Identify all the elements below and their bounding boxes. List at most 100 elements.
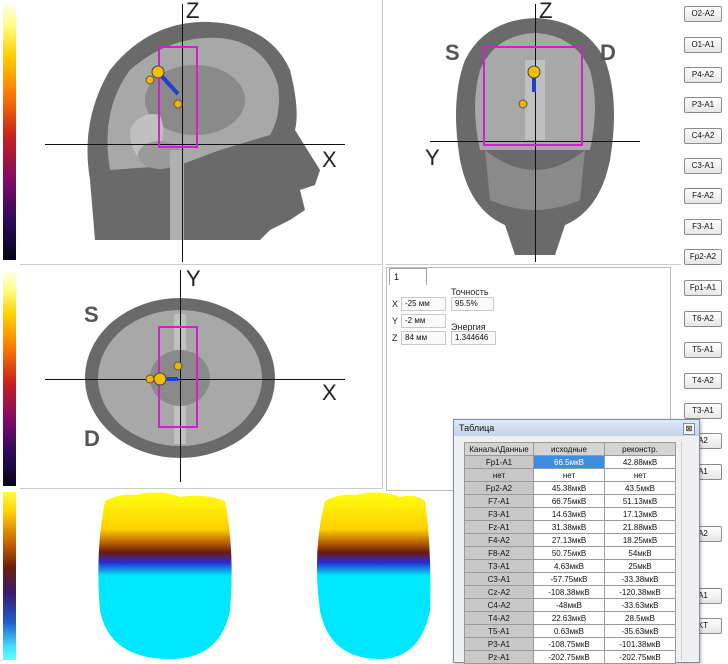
table-cell[interactable]: 45.38мкВ bbox=[533, 481, 605, 495]
table-cell[interactable]: 51.13мкВ bbox=[604, 494, 676, 508]
channel-button[interactable]: T5-A1 bbox=[684, 342, 722, 358]
channel-button[interactable]: T3-A1 bbox=[684, 403, 722, 419]
table-cell[interactable]: 27.13мкВ bbox=[533, 533, 605, 547]
table-row-header[interactable]: F7-A1 bbox=[464, 494, 534, 508]
channel-button[interactable]: P3-A1 bbox=[684, 97, 722, 113]
coronal-d-label: D bbox=[600, 40, 616, 65]
table-cell[interactable]: -202.75мкВ bbox=[604, 650, 676, 664]
table-row[interactable]: F7-A1 66.75мкВ 51.13мкВ bbox=[464, 494, 676, 508]
table-row-header[interactable]: C3-A1 bbox=[464, 572, 534, 586]
coronal-s-label: S bbox=[445, 40, 460, 65]
dipole-marker bbox=[145, 361, 183, 386]
coronal-view[interactable]: Z Y S D bbox=[385, 0, 681, 265]
table-cell[interactable]: 25мкВ bbox=[604, 559, 676, 573]
table-row[interactable]: Cz-A2 -108.38мкВ -120.38мкВ bbox=[464, 585, 676, 599]
table-row[interactable]: C3-A1 -57.75мкВ -33.38мкВ bbox=[464, 572, 676, 586]
topomap-panel bbox=[20, 491, 450, 661]
table-cell[interactable]: -48мкВ bbox=[533, 598, 605, 612]
table-cell[interactable]: 66.5мкВ bbox=[533, 455, 605, 469]
tab-1[interactable]: 1 bbox=[389, 268, 427, 285]
dipole-marker bbox=[145, 65, 183, 109]
table-row[interactable]: F8-A2 50.75мкВ 54мкВ bbox=[464, 546, 676, 560]
table-row[interactable]: Fz-A1 31.38мкВ 21.88мкВ bbox=[464, 520, 676, 534]
close-icon[interactable]: ⊠ bbox=[683, 423, 695, 435]
y-value: -2 мм bbox=[401, 314, 446, 328]
table-cell[interactable]: -101.38мкВ bbox=[604, 637, 676, 651]
channel-button[interactable]: P4-A2 bbox=[684, 67, 722, 83]
accuracy-label: Точность bbox=[451, 287, 489, 297]
table-cell[interactable]: 43.5мкВ bbox=[604, 481, 676, 495]
table-cell[interactable]: нет bbox=[604, 468, 676, 482]
table-window[interactable]: Таблица ⊠ Каналы\Данные исходные реконст… bbox=[453, 419, 700, 664]
table-cell[interactable]: -108.75мкВ bbox=[533, 637, 605, 651]
channel-button[interactable]: O2-A2 bbox=[684, 6, 722, 22]
table-cell[interactable]: 28.5мкВ bbox=[604, 611, 676, 625]
table-row[interactable]: C4-A2 -48мкВ -33.63мкВ bbox=[464, 598, 676, 612]
table-cell[interactable]: 22.63мкВ bbox=[533, 611, 605, 625]
table-cell[interactable]: 0.63мкВ bbox=[533, 624, 605, 638]
table-cell[interactable]: 50.75мкВ bbox=[533, 546, 605, 560]
table-row[interactable]: F3-A1 14.63мкВ 17.13мкВ bbox=[464, 507, 676, 521]
channel-button[interactable]: F3-A1 bbox=[684, 219, 722, 235]
x-label: X bbox=[392, 299, 399, 309]
table-cell[interactable]: -108.38мкВ bbox=[533, 585, 605, 599]
table-cell[interactable]: -33.63мкВ bbox=[604, 598, 676, 612]
channel-button[interactable]: O1-A1 bbox=[684, 37, 722, 53]
table-row-header[interactable]: F8-A2 bbox=[464, 546, 534, 560]
table-window-title[interactable]: Таблица bbox=[454, 420, 699, 436]
table-cell[interactable]: 14.63мкВ bbox=[533, 507, 605, 521]
table-row-header[interactable]: T3-A1 bbox=[464, 559, 534, 573]
coronal-y-label: Y bbox=[425, 145, 440, 170]
channel-button[interactable]: F4-A2 bbox=[684, 188, 722, 204]
table-row-header[interactable]: Cz-A2 bbox=[464, 585, 534, 599]
table-cell[interactable]: 4.63мкВ bbox=[533, 559, 605, 573]
energy-value: 1.344646 bbox=[451, 331, 496, 345]
table-row[interactable]: Fp2-A2 45.38мкВ 43.5мкВ bbox=[464, 481, 676, 495]
table-row[interactable]: P3-A1 -108.75мкВ -101.38мкВ bbox=[464, 637, 676, 651]
table-row-header[interactable]: Fz-A1 bbox=[464, 520, 534, 534]
table-row[interactable]: T3-A1 4.63мкВ 25мкВ bbox=[464, 559, 676, 573]
colorbar-top bbox=[3, 4, 16, 260]
table-row[interactable]: нет нет нет bbox=[464, 468, 676, 482]
table-cell[interactable]: 17.13мкВ bbox=[604, 507, 676, 521]
table-row[interactable]: Fp1-A1 66.5мкВ 42.88мкВ bbox=[464, 455, 676, 469]
axial-view[interactable]: Y X S D bbox=[20, 266, 383, 489]
table-row-header[interactable]: C4-A2 bbox=[464, 598, 534, 612]
channel-button[interactable]: T4-A2 bbox=[684, 373, 722, 389]
table-row-header[interactable]: нет bbox=[464, 468, 534, 482]
channel-button[interactable]: C3-A1 bbox=[684, 158, 722, 174]
table-cell[interactable]: 31.38мкВ bbox=[533, 520, 605, 534]
table-row-header[interactable]: P3-A1 bbox=[464, 637, 534, 651]
table-cell[interactable]: нет bbox=[533, 468, 605, 482]
table-row[interactable]: T5-A1 0.63мкВ -35.63мкВ bbox=[464, 624, 676, 638]
sagittal-view[interactable]: Z X bbox=[20, 0, 383, 265]
table-cell[interactable]: -202.75мкВ bbox=[533, 650, 605, 664]
table-scrollbar[interactable] bbox=[681, 442, 694, 660]
table-header: исходные bbox=[533, 442, 605, 456]
table-cell[interactable]: 54мкВ bbox=[604, 546, 676, 560]
table-row[interactable]: T4-A2 22.63мкВ 28.5мкВ bbox=[464, 611, 676, 625]
table-row-header[interactable]: Pz-A1 bbox=[464, 650, 534, 664]
table-cell[interactable]: 21.88мкВ bbox=[604, 520, 676, 534]
table-row-header[interactable]: Fp1-A1 bbox=[464, 455, 534, 469]
table-row-header[interactable]: Fp2-A2 bbox=[464, 481, 534, 495]
table-row[interactable]: Pz-A1 -202.75мкВ -202.75мкВ bbox=[464, 650, 676, 664]
table-row-header[interactable]: F3-A1 bbox=[464, 507, 534, 521]
table-row-header[interactable]: F4-A2 bbox=[464, 533, 534, 547]
table-cell[interactable]: -120.38мкВ bbox=[604, 585, 676, 599]
table-cell[interactable]: 66.75мкВ bbox=[533, 494, 605, 508]
table-cell[interactable]: 18.25мкВ bbox=[604, 533, 676, 547]
table-cell[interactable]: -57.75мкВ bbox=[533, 572, 605, 586]
table-row[interactable]: F4-A2 27.13мкВ 18.25мкВ bbox=[464, 533, 676, 547]
table-cell[interactable]: 42.88мкВ bbox=[604, 455, 676, 469]
channel-button[interactable]: C4-A2 bbox=[684, 128, 722, 144]
axial-y-label: Y bbox=[186, 266, 201, 291]
channel-button[interactable]: Fp2-A2 bbox=[684, 249, 722, 265]
sagittal-x-label: X bbox=[322, 147, 337, 172]
table-row-header[interactable]: T5-A1 bbox=[464, 624, 534, 638]
channel-button[interactable]: T6-A2 bbox=[684, 311, 722, 327]
table-row-header[interactable]: T4-A2 bbox=[464, 611, 534, 625]
table-cell[interactable]: -33.38мкВ bbox=[604, 572, 676, 586]
channel-button[interactable]: Fp1-A1 bbox=[684, 280, 722, 296]
table-cell[interactable]: -35.63мкВ bbox=[604, 624, 676, 638]
